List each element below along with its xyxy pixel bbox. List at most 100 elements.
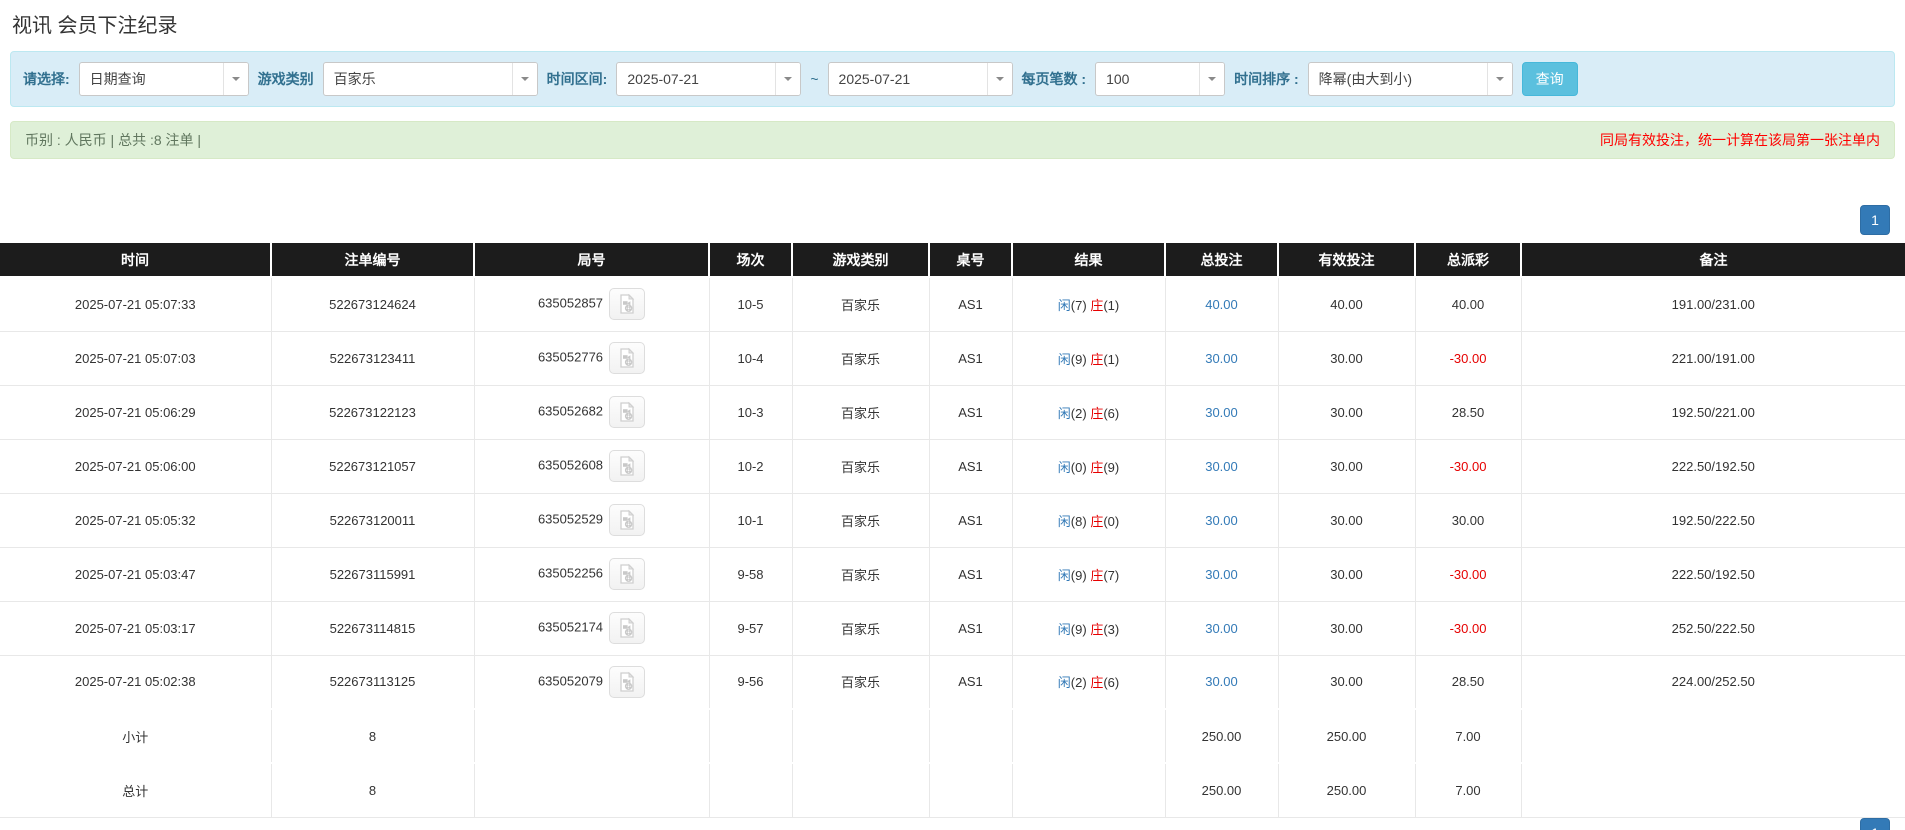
cell-payout: -30.00 bbox=[1415, 439, 1522, 494]
cell-remark: 222.50/192.50 bbox=[1521, 439, 1905, 494]
cell-result: 闲(2) 庄(6) bbox=[1012, 385, 1166, 440]
banker-result-value: (7) bbox=[1103, 567, 1120, 583]
payout-value: -30.00 bbox=[1449, 620, 1487, 636]
cell-game-category: 百家乐 bbox=[792, 277, 930, 332]
banker-result-label: 庄 bbox=[1090, 567, 1104, 583]
query-type-value: 日期查询 bbox=[89, 71, 146, 87]
cell-bet-id: 522673124624 bbox=[271, 277, 475, 332]
cell-time: 2025-07-21 05:07:33 bbox=[0, 277, 272, 332]
cell-valid-bet: 30.00 bbox=[1278, 331, 1416, 386]
table-footer: 小计 8 250.00 250.00 7.00 总计 8 250.00 250.… bbox=[0, 708, 1905, 818]
cell-table-no: AS1 bbox=[929, 439, 1013, 494]
cell-bet-id: 522673114815 bbox=[271, 601, 475, 656]
time-sort-select[interactable]: 降幂(由大到小) bbox=[1307, 62, 1513, 96]
total-row: 总计 8 250.00 250.00 7.00 bbox=[0, 762, 1905, 818]
filter-bar: 请选择: 日期查询 游戏类别 百家乐 时间区间: 2025-07-21 ~ 20… bbox=[10, 51, 1895, 107]
page-1-button[interactable]: 1 bbox=[1860, 205, 1890, 235]
cell-round-id: 635052079 bbox=[474, 655, 710, 710]
date-to-select[interactable]: 2025-07-21 bbox=[827, 62, 1013, 96]
total-bet-link[interactable]: 30.00 bbox=[1205, 459, 1238, 474]
cell-table-no: AS1 bbox=[929, 331, 1013, 386]
header-round-id: 局号 bbox=[474, 243, 710, 278]
query-type-select[interactable]: 日期查询 bbox=[78, 62, 249, 96]
cell-game-category: 百家乐 bbox=[792, 601, 930, 656]
payout-value: -30.00 bbox=[1449, 350, 1487, 366]
video-replay-button[interactable] bbox=[609, 612, 646, 644]
page-1-button[interactable]: 1 bbox=[1860, 818, 1890, 830]
table-row: 2025-07-21 05:02:38 522673113125 635052079… bbox=[0, 655, 1905, 710]
cell-result: 闲(8) 庄(0) bbox=[1012, 493, 1166, 548]
cell-valid-bet: 30.00 bbox=[1278, 439, 1416, 494]
video-replay-button[interactable] bbox=[609, 504, 646, 536]
player-result-value: (2) bbox=[1070, 675, 1087, 691]
video-replay-button[interactable] bbox=[609, 288, 646, 321]
total-bet-link[interactable]: 30.00 bbox=[1205, 513, 1238, 528]
chevron-down-icon bbox=[222, 63, 248, 95]
player-result-label: 闲 bbox=[1057, 459, 1071, 475]
cell-table-no: AS1 bbox=[929, 385, 1013, 440]
player-result-value: (9) bbox=[1070, 567, 1087, 583]
cell-remark: 192.50/221.00 bbox=[1521, 385, 1905, 440]
total-bet-link[interactable]: 30.00 bbox=[1205, 351, 1238, 366]
video-replay-button[interactable] bbox=[609, 342, 646, 374]
video-replay-button[interactable] bbox=[609, 558, 646, 590]
header-total-bet: 总投注 bbox=[1165, 243, 1279, 278]
banker-result-label: 庄 bbox=[1090, 621, 1104, 637]
cell-result: 闲(2) 庄(6) bbox=[1012, 655, 1166, 710]
player-result-value: (0) bbox=[1070, 459, 1087, 475]
cell-time: 2025-07-21 05:03:17 bbox=[0, 601, 272, 656]
video-file-icon bbox=[620, 456, 635, 476]
payout-value: 28.50 bbox=[1451, 674, 1485, 690]
cell-bet-id: 522673122123 bbox=[271, 385, 475, 440]
game-category-select[interactable]: 百家乐 bbox=[322, 62, 538, 96]
banker-result-label: 庄 bbox=[1090, 459, 1104, 475]
cell-game-category: 百家乐 bbox=[792, 493, 930, 548]
video-file-icon bbox=[620, 402, 635, 422]
header-remark: 备注 bbox=[1521, 243, 1905, 278]
total-bet-link[interactable]: 30.00 bbox=[1205, 567, 1238, 582]
round-id-value: 635052776 bbox=[537, 349, 604, 365]
round-id-value: 635052608 bbox=[537, 457, 604, 473]
page-size-select[interactable]: 100 bbox=[1095, 62, 1226, 96]
cell-game-category: 百家乐 bbox=[792, 385, 930, 440]
subtotal-row: 小计 8 250.00 250.00 7.00 bbox=[0, 708, 1905, 764]
banker-result-label: 庄 bbox=[1090, 405, 1104, 421]
date-from-select[interactable]: 2025-07-21 bbox=[616, 62, 802, 96]
cell-round-id: 635052174 bbox=[474, 601, 710, 656]
table-row: 2025-07-21 05:03:47 522673115991 635052256… bbox=[0, 547, 1905, 602]
search-button[interactable]: 查询 bbox=[1521, 62, 1578, 96]
video-replay-button[interactable] bbox=[609, 450, 646, 482]
date-to-value: 2025-07-21 bbox=[838, 71, 911, 87]
header-session: 场次 bbox=[709, 243, 793, 278]
header-table-no: 桌号 bbox=[929, 243, 1013, 278]
valid-bet-notice: 同局有效投注，统一计算在该局第一张注单内 bbox=[1600, 132, 1880, 148]
banker-result-value: (6) bbox=[1103, 675, 1120, 691]
cell-payout: -30.00 bbox=[1415, 547, 1522, 602]
total-bet-link[interactable]: 30.00 bbox=[1205, 405, 1238, 420]
banker-result-label: 庄 bbox=[1090, 297, 1104, 313]
total-bet-link[interactable]: 30.00 bbox=[1205, 621, 1238, 636]
cell-total-bet: 30.00 bbox=[1165, 331, 1279, 386]
subtotal-label: 小计 bbox=[0, 708, 272, 764]
payout-value: 30.00 bbox=[1451, 512, 1485, 528]
table-row: 2025-07-21 05:06:29 522673122123 635052682… bbox=[0, 385, 1905, 440]
video-replay-button[interactable] bbox=[609, 396, 646, 428]
cell-remark: 224.00/252.50 bbox=[1521, 655, 1905, 710]
chevron-down-icon bbox=[1199, 63, 1225, 95]
video-file-icon bbox=[620, 510, 635, 530]
table-row: 2025-07-21 05:07:33 522673124624 635052857… bbox=[0, 277, 1905, 332]
cell-time: 2025-07-21 05:06:29 bbox=[0, 385, 272, 440]
cell-session: 10-5 bbox=[709, 277, 793, 332]
player-result-label: 闲 bbox=[1057, 351, 1071, 367]
player-result-label: 闲 bbox=[1057, 297, 1071, 313]
banker-result-value: (6) bbox=[1103, 405, 1120, 421]
cell-result: 闲(9) 庄(3) bbox=[1012, 601, 1166, 656]
video-replay-button[interactable] bbox=[609, 665, 646, 698]
cell-session: 10-4 bbox=[709, 331, 793, 386]
player-result-value: (7) bbox=[1070, 297, 1087, 313]
banker-result-label: 庄 bbox=[1090, 675, 1104, 691]
total-bet-link[interactable]: 40.00 bbox=[1205, 297, 1238, 312]
banker-result-label: 庄 bbox=[1090, 351, 1104, 367]
total-bet-link[interactable]: 30.00 bbox=[1205, 674, 1238, 689]
player-result-value: (8) bbox=[1070, 513, 1087, 529]
